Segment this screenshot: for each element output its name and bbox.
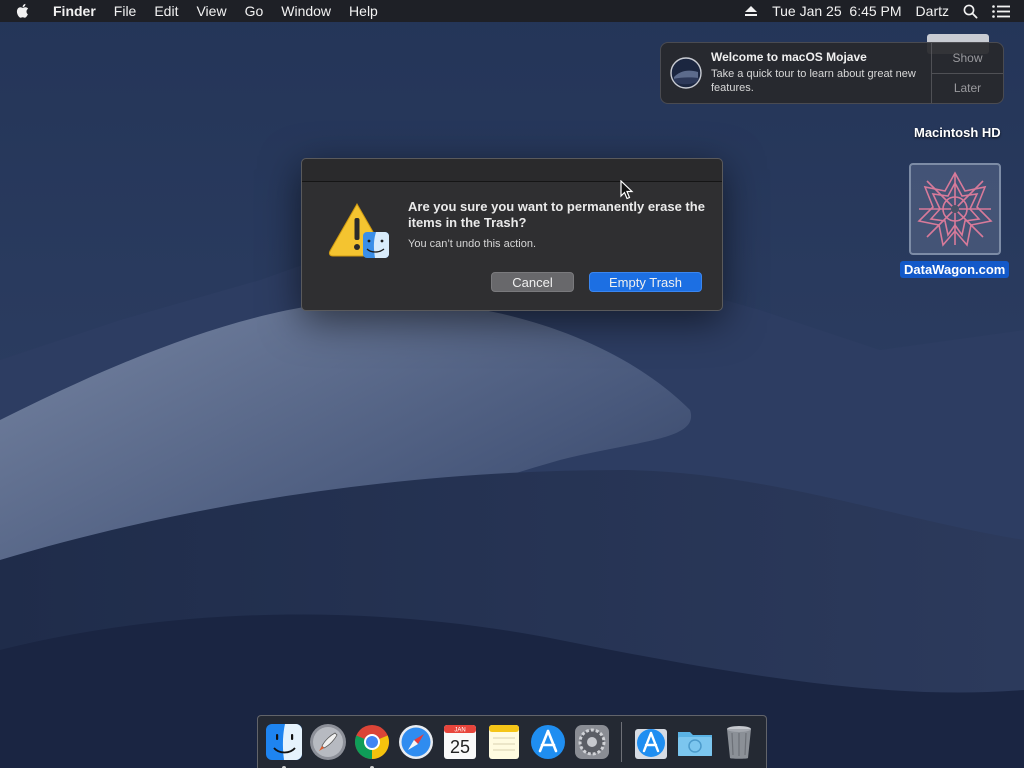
folder-icon bbox=[678, 732, 712, 756]
notification-banner[interactable]: Welcome to macOS Mojave Take a quick tou… bbox=[660, 42, 1004, 104]
spotlight-search-icon[interactable] bbox=[956, 4, 985, 19]
dialog-heading: Are you sure you want to permanently era… bbox=[408, 199, 705, 230]
caution-finder-icon bbox=[328, 202, 389, 258]
dock-item-launchpad[interactable] bbox=[306, 720, 350, 764]
notification-text: Take a quick tour to learn about great n… bbox=[711, 68, 916, 94]
empty-trash-alert-dialog: Are you sure you want to permanently era… bbox=[301, 158, 723, 311]
app-store-icon bbox=[531, 725, 565, 759]
dock-item-safari[interactable] bbox=[394, 720, 438, 764]
notification-show-button[interactable]: Show bbox=[932, 43, 1003, 73]
trash-icon bbox=[727, 726, 751, 759]
menu-app-finder[interactable]: Finder bbox=[44, 0, 105, 22]
menu-go[interactable]: Go bbox=[236, 0, 273, 22]
dock-separator bbox=[621, 722, 622, 762]
launchpad-rocket-icon bbox=[310, 724, 346, 760]
dock-item-calendar[interactable]: JAN 25 bbox=[438, 720, 482, 764]
menu-file[interactable]: File bbox=[105, 0, 146, 22]
notification-title: Welcome to macOS Mojave bbox=[711, 50, 867, 64]
eject-icon[interactable] bbox=[737, 5, 765, 17]
menu-edit[interactable]: Edit bbox=[145, 0, 187, 22]
dialog-title-bar[interactable] bbox=[302, 159, 722, 182]
app-store-icon bbox=[635, 729, 667, 759]
dock-item-downloads-folder[interactable] bbox=[673, 720, 717, 764]
safari-compass-icon bbox=[399, 725, 433, 759]
mouse-pointer-icon bbox=[620, 180, 634, 200]
menubar-user[interactable]: Dartz bbox=[909, 0, 956, 22]
dock-item-finder[interactable] bbox=[262, 720, 306, 768]
dock-item-trash[interactable] bbox=[717, 720, 761, 764]
menu-help[interactable]: Help bbox=[340, 0, 387, 22]
menubar-clock[interactable]: Tue Jan 25 6:45 PM bbox=[765, 0, 908, 22]
calendar-month: JAN bbox=[454, 728, 465, 734]
empty-trash-button[interactable]: Empty Trash bbox=[589, 272, 702, 292]
file-thumbnail bbox=[908, 163, 1001, 255]
chrome-icon bbox=[355, 725, 389, 759]
desktop-label-macintosh-hd: Macintosh HD bbox=[914, 125, 1001, 140]
menu-view[interactable]: View bbox=[187, 0, 235, 22]
dock-item-notes[interactable] bbox=[482, 720, 526, 764]
macos-mojave-icon bbox=[661, 43, 711, 103]
dialog-message: You can’t undo this action. bbox=[408, 238, 537, 250]
dock-item-chrome[interactable] bbox=[350, 720, 394, 768]
calendar-day: 25 bbox=[450, 737, 470, 757]
dock-item-system-preferences[interactable] bbox=[570, 720, 614, 764]
menu-window[interactable]: Window bbox=[272, 0, 340, 22]
menu-bar: Finder File Edit View Go Window Help Tue… bbox=[0, 0, 1024, 22]
gear-icon bbox=[575, 725, 609, 759]
calendar-icon: JAN 25 bbox=[444, 725, 476, 759]
notification-later-button[interactable]: Later bbox=[932, 72, 1003, 104]
dock-item-app-store-downloads[interactable] bbox=[629, 720, 673, 764]
desktop-icon-datawagon-file[interactable]: DataWagon.com bbox=[900, 163, 1010, 278]
desktop-wallpaper bbox=[0, 0, 1024, 768]
dock-item-app-store[interactable] bbox=[526, 720, 570, 764]
notification-center-icon[interactable] bbox=[985, 4, 1024, 18]
finder-icon bbox=[266, 724, 302, 760]
notes-icon bbox=[489, 725, 519, 759]
apple-menu-icon[interactable] bbox=[0, 3, 44, 19]
dock: JAN 25 bbox=[257, 715, 767, 768]
cancel-button[interactable]: Cancel bbox=[491, 272, 574, 292]
desktop-label-datawagon-file: DataWagon.com bbox=[900, 261, 1010, 278]
